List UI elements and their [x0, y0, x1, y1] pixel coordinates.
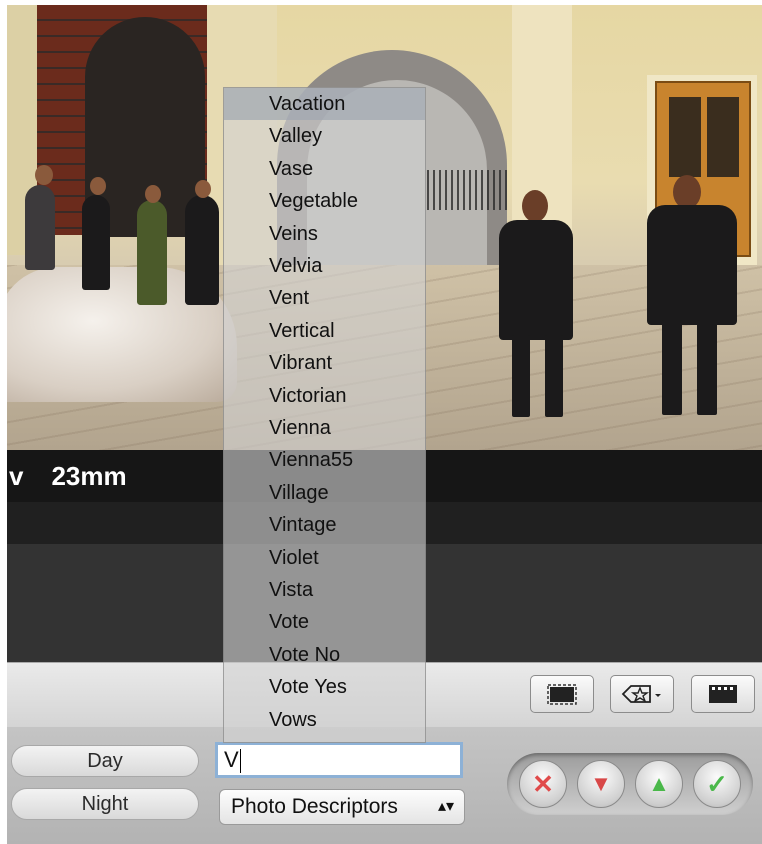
night-keyword-button[interactable]: Night [11, 788, 199, 820]
previous-button[interactable]: ▼ [577, 760, 625, 808]
frame-icon [547, 684, 577, 705]
suggestion-item[interactable]: Violet [224, 542, 425, 574]
focal-length-readout: v 23mm [9, 461, 127, 492]
suggestion-item[interactable]: Velvia [224, 250, 425, 282]
reject-button[interactable]: ✕ [519, 760, 567, 808]
suggestion-item[interactable]: Vista [224, 574, 425, 606]
approve-button[interactable]: ✓ [693, 760, 741, 808]
photo-person [137, 200, 167, 305]
photo-person-leg [512, 335, 530, 417]
suggestion-item[interactable]: Vacation [224, 88, 425, 120]
triangle-down-icon: ▼ [590, 771, 612, 796]
suggestion-item[interactable]: Village [224, 477, 425, 509]
suggestion-item[interactable]: Vote No [224, 639, 425, 671]
frame-button[interactable] [530, 675, 594, 713]
suggestion-item[interactable]: Vent [224, 282, 425, 314]
suggestion-item[interactable]: Valley [224, 120, 425, 152]
triangle-up-icon: ▲ [648, 771, 670, 796]
photo-railing [427, 170, 507, 210]
photo-person [185, 195, 219, 305]
app-frame: v 23mm Day Night V Photo Descriptors ▴▾ … [7, 5, 762, 844]
keyword-badge-button[interactable] [610, 675, 674, 713]
photo-person-head [90, 177, 106, 195]
day-keyword-button[interactable]: Day [11, 745, 199, 777]
photo-person-leg [662, 320, 682, 415]
keyword-set-select[interactable]: Photo Descriptors ▴▾ [219, 789, 465, 825]
suggestion-item[interactable]: Vienna55 [224, 444, 425, 476]
focal-length: 23mm [51, 461, 127, 491]
suggestion-item[interactable]: Vase [224, 153, 425, 185]
suggestion-item[interactable]: Vibrant [224, 347, 425, 379]
suggestion-item[interactable]: Vows [224, 704, 425, 736]
photo-person-leg [697, 320, 717, 415]
keyword-badge-icon [621, 685, 661, 703]
suggestion-item[interactable]: Vegetable [224, 185, 425, 217]
photo-person [82, 195, 110, 290]
updown-arrows-icon: ▴▾ [437, 798, 454, 815]
keyword-set-value: Photo Descriptors [231, 795, 398, 818]
text-cursor [239, 749, 241, 774]
next-button[interactable]: ▲ [635, 760, 683, 808]
suggestion-item[interactable]: Veins [224, 218, 425, 250]
suggestion-item[interactable]: Victorian [224, 380, 425, 412]
suggestion-item[interactable]: Vertical [224, 315, 425, 347]
suggestion-item[interactable]: Vintage [224, 509, 425, 541]
photo-person-leg [545, 335, 563, 417]
keyword-input[interactable]: V [215, 742, 463, 778]
photo-person-head [195, 180, 211, 198]
photo-person-woman [647, 205, 737, 325]
suggestion-item[interactable]: Vote [224, 606, 425, 638]
x-icon: ✕ [532, 769, 554, 799]
photo-person-head [145, 185, 161, 203]
filmstrip-button[interactable] [691, 675, 755, 713]
photo-person-head [35, 165, 53, 185]
photo-person-head [673, 175, 701, 209]
filmstrip-icon [709, 685, 737, 703]
checkmark-icon: ✓ [706, 769, 728, 799]
photo-person-woman [499, 220, 573, 340]
focal-prefix: v [9, 461, 24, 491]
keyword-input-value: V [224, 747, 239, 772]
suggestion-item[interactable]: Vote Yes [224, 671, 425, 703]
keyword-suggestion-list[interactable]: Vacation Valley Vase Vegetable Veins Vel… [223, 87, 426, 743]
photo-person [25, 185, 55, 270]
photo-person-head [522, 190, 548, 222]
suggestion-item[interactable]: Vienna [224, 412, 425, 444]
